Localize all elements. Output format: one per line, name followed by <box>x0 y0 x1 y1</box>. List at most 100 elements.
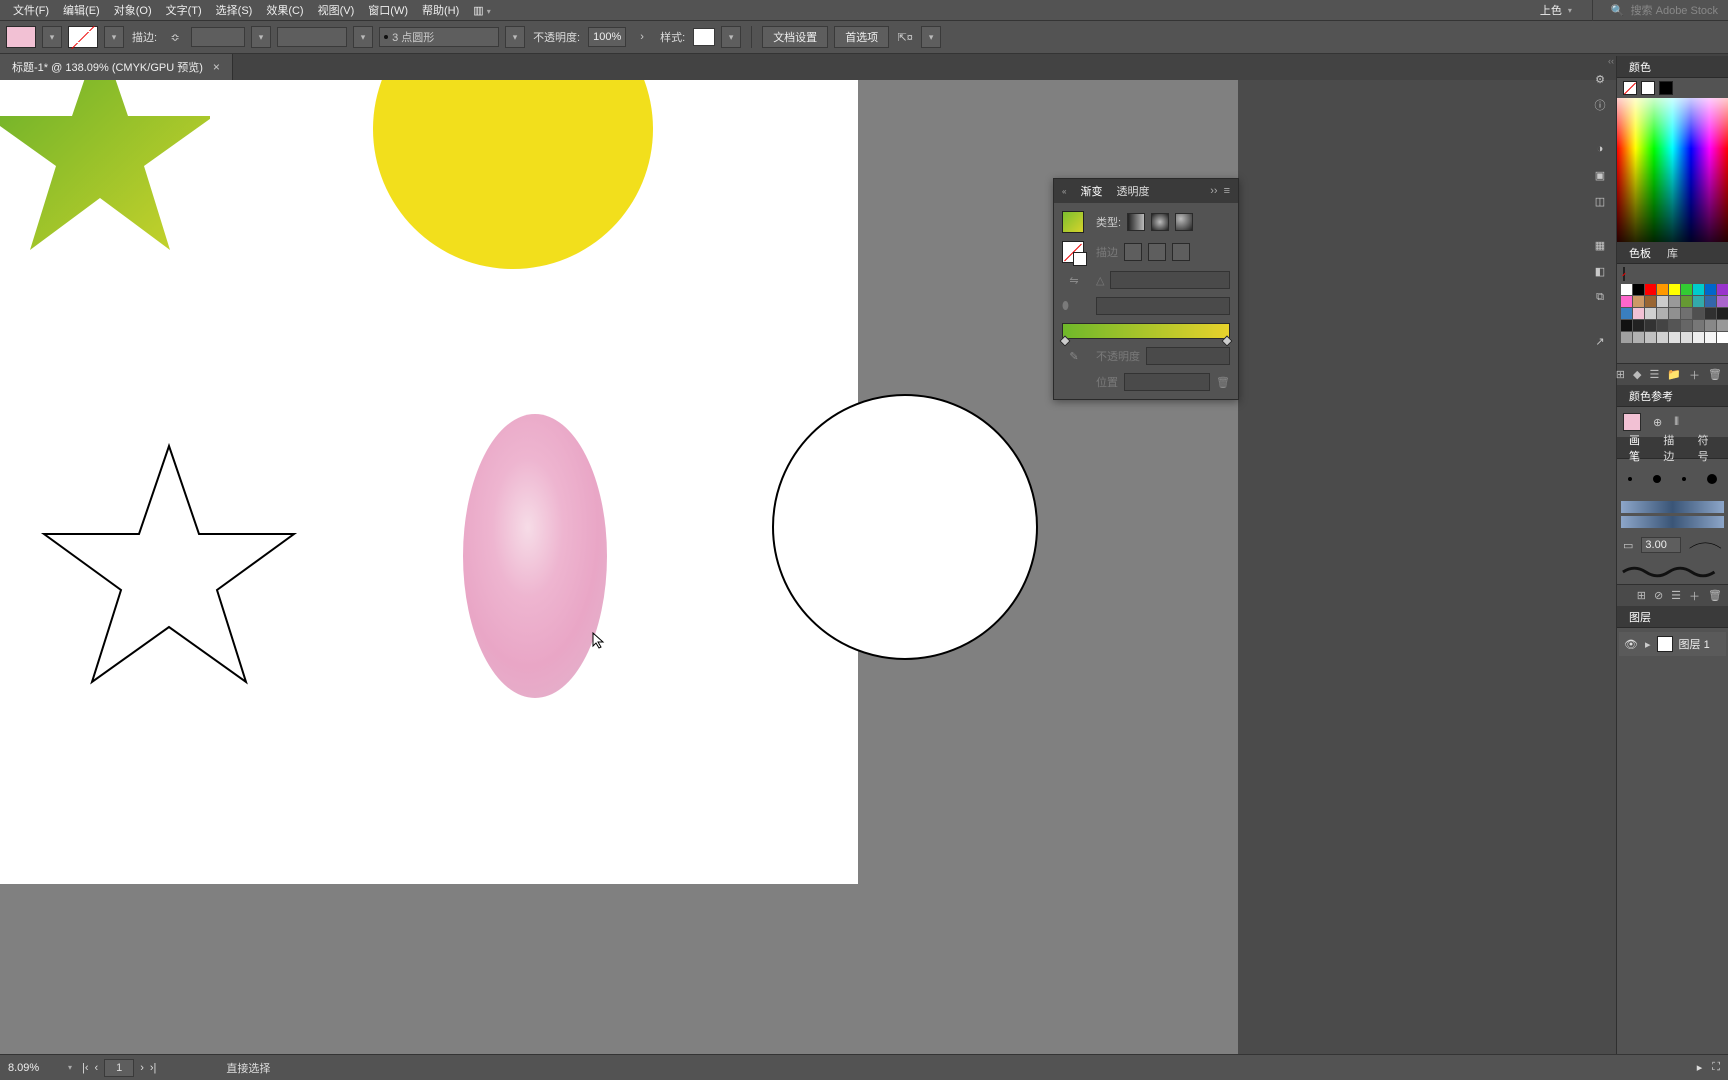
artboard[interactable] <box>0 80 858 884</box>
art-pink-oval[interactable] <box>460 410 610 702</box>
art-green-star[interactable] <box>0 80 210 274</box>
panel-collapse-icon[interactable]: ›› <box>1210 185 1217 197</box>
swatch-lib-menu-icon[interactable]: ⊞ <box>1616 368 1625 381</box>
art-brush-preview[interactable] <box>1621 562 1724 582</box>
prev-artboard-icon[interactable]: ‹ <box>95 1062 99 1074</box>
menu-view[interactable]: 视图(V) <box>311 0 362 21</box>
eyedropper-icon[interactable]: ✎ <box>1062 350 1086 363</box>
info-icon[interactable]: ⓘ <box>1591 96 1609 114</box>
swatch-cell[interactable] <box>1621 320 1632 331</box>
stroke-swatch[interactable] <box>68 26 98 48</box>
align-flyout-dropdown[interactable]: ▾ <box>921 26 941 48</box>
swatch-cell[interactable] <box>1717 296 1728 307</box>
layer-name[interactable]: 图层 1 <box>1679 636 1722 652</box>
fill-swatch[interactable] <box>6 26 36 48</box>
graphic-style-dropdown[interactable]: ▾ <box>721 26 741 48</box>
stroke-grad-3[interactable] <box>1172 243 1190 261</box>
swatch-cell[interactable] <box>1621 296 1632 307</box>
expand-icon[interactable]: ▸ <box>1645 638 1651 651</box>
layer-row[interactable]: 👁 ▸ 图层 1 <box>1619 632 1726 656</box>
stroke-weight-field[interactable] <box>191 27 245 47</box>
swatch-cell[interactable] <box>1717 332 1728 343</box>
swatch-cell[interactable] <box>1669 284 1680 295</box>
swatch-cell[interactable] <box>1705 284 1716 295</box>
new-brush-icon[interactable]: ＋ <box>1689 588 1700 604</box>
swatch-cell[interactable] <box>1633 332 1644 343</box>
brush-sample-3[interactable] <box>1682 477 1686 481</box>
panel-menu-icon[interactable]: ≡ <box>1224 185 1230 197</box>
swatch-cell[interactable] <box>1621 284 1632 295</box>
menu-help[interactable]: 帮助(H) <box>415 0 466 21</box>
visibility-icon[interactable]: 👁 <box>1623 638 1639 651</box>
tab-color[interactable]: 颜色 <box>1625 57 1655 77</box>
align-icon[interactable]: ▦ <box>1591 236 1609 254</box>
swatch-cell[interactable] <box>1657 284 1668 295</box>
brush-sample-1[interactable] <box>1628 477 1632 481</box>
reverse-icon[interactable]: ⇋ <box>1062 274 1086 287</box>
fullscreen-icon[interactable]: ⛶ <box>1712 1061 1720 1074</box>
swatch-cell[interactable] <box>1681 308 1692 319</box>
brush-sample-2[interactable] <box>1653 475 1661 483</box>
swatch-cell[interactable] <box>1693 296 1704 307</box>
color-panel-header[interactable]: 颜色 <box>1617 56 1728 78</box>
swatch-cell[interactable] <box>1669 320 1680 331</box>
swatch-cell[interactable] <box>1681 332 1692 343</box>
pressure-icon[interactable]: ▭ <box>1623 539 1633 552</box>
swatch-cell[interactable] <box>1705 308 1716 319</box>
tab-libraries[interactable]: 库 <box>1663 243 1682 263</box>
brush-strip[interactable] <box>1621 516 1724 528</box>
swatches-panel-header[interactable]: 色板 库 <box>1617 242 1728 264</box>
swatch-cell[interactable] <box>1669 296 1680 307</box>
stroke-grad-1[interactable] <box>1124 243 1142 261</box>
align-flyout-icon[interactable]: ⇱¤ <box>895 27 915 47</box>
pathfinder-icon[interactable]: ◧ <box>1591 262 1609 280</box>
menu-effect[interactable]: 效果(C) <box>259 0 310 21</box>
new-group-icon[interactable]: 📁 <box>1667 368 1681 381</box>
trash-icon[interactable]: 🗑 <box>1708 368 1722 381</box>
swatch-cell[interactable] <box>1705 332 1716 343</box>
next-artboard-icon[interactable]: › <box>140 1062 144 1074</box>
swatch-cell[interactable] <box>1657 320 1668 331</box>
transform-icon[interactable]: ⧉ <box>1591 288 1609 306</box>
swatch-cell[interactable] <box>1681 320 1692 331</box>
swatch-kind-icon[interactable]: ◆ <box>1633 368 1641 381</box>
brush-profile-dropdown[interactable]: 3 点圆形 <box>379 27 499 47</box>
swatches-grid[interactable] <box>1617 280 1728 363</box>
swatch-cell[interactable] <box>1717 320 1728 331</box>
gradient-slider[interactable] <box>1062 323 1230 339</box>
zoom-dropdown[interactable]: ▾ <box>68 1063 72 1072</box>
swatch-cell[interactable] <box>1645 320 1656 331</box>
swatch-cell[interactable] <box>1681 284 1692 295</box>
art-yellow-circle[interactable] <box>368 80 658 274</box>
aspect-icon[interactable]: ⬮ <box>1062 300 1086 313</box>
brush-samples[interactable] <box>1617 459 1728 499</box>
current-swatch[interactable] <box>1623 267 1625 281</box>
brush-lib-icon[interactable]: ⊞ <box>1637 589 1646 602</box>
color-spectrum[interactable] <box>1617 98 1728 242</box>
swatch-options-icon[interactable]: ☰ <box>1649 368 1659 381</box>
gradient-panel[interactable]: « 渐变 透明度 ›› ≡ 类型: 描边 ⇋ △ ⬮ <box>1053 178 1239 400</box>
layer-thumbnail[interactable] <box>1657 636 1673 652</box>
swatch-cell[interactable] <box>1645 296 1656 307</box>
appearance-icon[interactable]: ◑ <box>1591 140 1609 158</box>
gradient-type-radial[interactable] <box>1151 213 1169 231</box>
collapse-icon[interactable]: « <box>1062 187 1066 196</box>
swatch-cell[interactable] <box>1669 332 1680 343</box>
first-artboard-icon[interactable]: |‹ <box>82 1062 89 1074</box>
swatch-cell[interactable] <box>1645 284 1656 295</box>
stroke-grad-2[interactable] <box>1148 243 1166 261</box>
gradient-type-freeform[interactable] <box>1175 213 1193 231</box>
tab-layers[interactable]: 图层 <box>1625 607 1655 627</box>
brush-options-icon[interactable]: ☰ <box>1671 589 1681 602</box>
artboard-number[interactable]: 1 <box>104 1059 134 1077</box>
brush-strip[interactable] <box>1621 501 1724 513</box>
fill-dropdown[interactable]: ▾ <box>42 26 62 48</box>
panel-dock-grip[interactable]: ‹‹ <box>1606 56 1616 68</box>
graphic-styles-icon[interactable]: ▣ <box>1591 166 1609 184</box>
workspace-switcher[interactable]: 上色 ▾ <box>1534 0 1578 20</box>
tab-swatches[interactable]: 色板 <box>1625 243 1655 263</box>
swatch-cell[interactable] <box>1633 320 1644 331</box>
swatch-cell[interactable] <box>1657 296 1668 307</box>
new-swatch-icon[interactable]: ＋ <box>1689 367 1700 383</box>
swatch-cell[interactable] <box>1693 284 1704 295</box>
